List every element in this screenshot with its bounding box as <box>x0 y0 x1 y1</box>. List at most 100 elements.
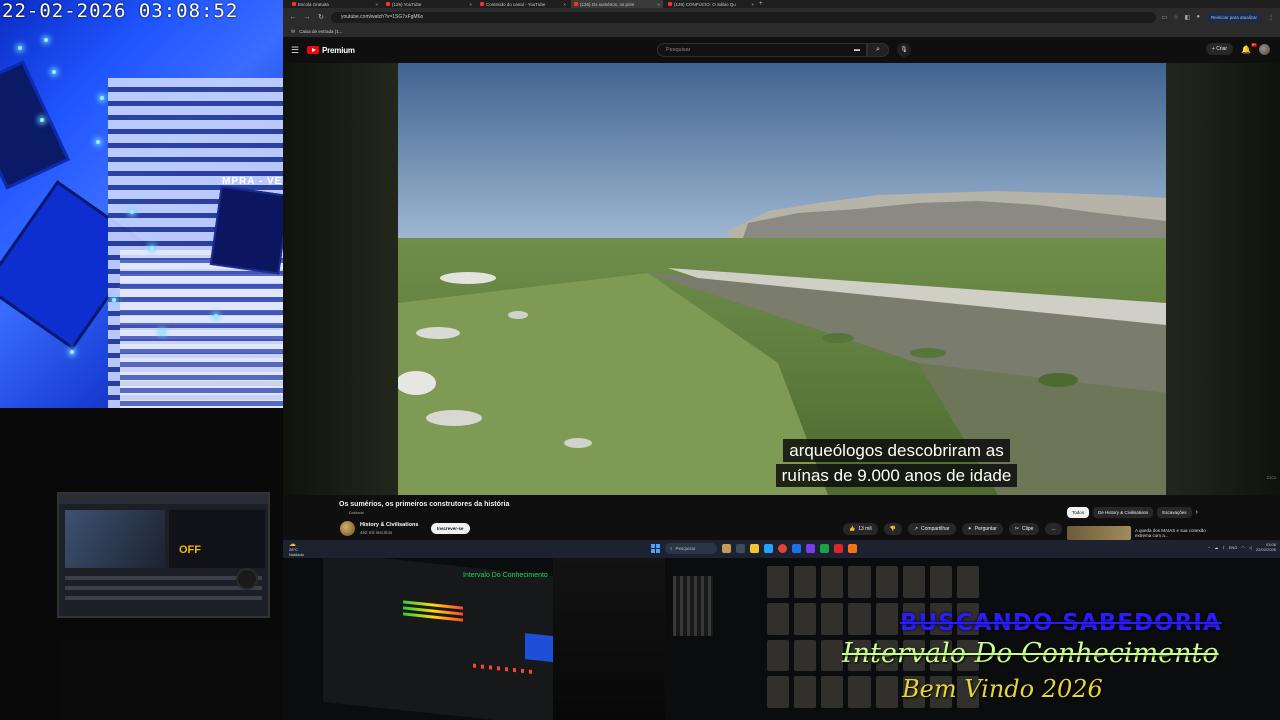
browser-tab[interactable]: (126) Os sumérios, os prim × <box>571 0 663 8</box>
windows-start-icon[interactable] <box>651 544 660 553</box>
share-button[interactable]: ↗ Compartilhar <box>907 523 956 535</box>
close-tab-icon[interactable]: × <box>375 2 378 7</box>
search-button[interactable]: ⌕ <box>867 43 889 57</box>
close-tab-icon[interactable]: × <box>751 2 754 7</box>
new-tab-button[interactable]: + <box>759 1 763 7</box>
more-button[interactable]: ... <box>1045 523 1062 535</box>
caption-line: arqueólogos descobriram as <box>783 439 1010 462</box>
create-button[interactable]: + Criar <box>1205 43 1234 55</box>
caption-line: ruínas de 9.000 anos de idade <box>775 464 1018 487</box>
taskbar-search[interactable]: ⌕ Pesquisar <box>665 543 717 554</box>
action-bar: 👍 13 mil 👎 ↗ Compartilhar ✦ Perguntar ✂ Clip… <box>843 523 1062 535</box>
reload-icon[interactable]: ↻ <box>317 13 325 21</box>
browser-tab[interactable]: Escola Gratuita × <box>289 0 381 8</box>
editing-monitor <box>323 558 553 720</box>
volume-icon[interactable]: ◁ <box>1249 545 1252 550</box>
profile-icon[interactable]: ● <box>1196 14 1200 20</box>
chrome-icon[interactable] <box>778 544 787 553</box>
chip-channel[interactable]: De History & Civilisations <box>1093 507 1154 518</box>
chevron-right-icon[interactable]: › <box>1196 509 1198 516</box>
monitor-title: Intervalo Do Conhecimento <box>463 572 548 579</box>
subscribe-button[interactable]: Inscrever-se <box>431 523 470 534</box>
cloud-sync-icon[interactable]: ☁ <box>1214 545 1218 550</box>
keyboard-icon[interactable]: ▬ <box>854 47 860 53</box>
close-tab-icon[interactable]: × <box>563 2 566 7</box>
wifi-icon[interactable]: ◠ <box>1241 545 1245 550</box>
youtube-header: ☰ Premium Pesquisar ▬ ⌕ 🎙 + Criar 🔔 9+ <box>283 38 1280 62</box>
desk <box>60 640 280 720</box>
restart-button[interactable]: Reiniciar para atualizar <box>1205 12 1262 22</box>
like-count: 13 mil <box>858 526 872 532</box>
search-input[interactable]: Pesquisar ▬ <box>657 43 867 57</box>
voice-search-button[interactable]: 🎙 <box>897 43 911 57</box>
screen: MPRA - VE 22-02-2026 03:08:52 OFF Escola… <box>0 0 1280 720</box>
bookmark-item[interactable]: Caixa de entrada (1... <box>299 29 342 34</box>
bell-icon[interactable]: 🔔 9+ <box>1241 42 1257 54</box>
tab-favicon-icon <box>480 2 484 6</box>
weather-widget[interactable]: ☁ 28°C Nublado <box>289 541 304 557</box>
close-tab-icon[interactable]: × <box>469 2 472 7</box>
widget-app-icon[interactable] <box>722 544 731 553</box>
file-explorer-icon[interactable] <box>750 544 759 553</box>
tab-label: Conteúdo do canal - YouTube <box>486 1 546 7</box>
star-icon[interactable]: ☆ <box>1173 14 1178 21</box>
bluetooth-icon[interactable]: ᛒ <box>1222 545 1224 550</box>
presenter-silhouette <box>553 558 665 720</box>
task-view-icon[interactable] <box>736 544 745 553</box>
webcam-feed: MPRA - VE 22-02-2026 03:08:52 <box>0 0 283 408</box>
video-player[interactable]: arqueólogos descobriram as ruínas de 9.0… <box>283 63 1280 495</box>
channel-name[interactable]: History & Civilisations <box>360 522 418 528</box>
recommended-title[interactable]: A queda dos MAIAS e sua conexão extrema … <box>1135 528 1215 539</box>
dislike-button[interactable]: 👎 <box>883 523 902 535</box>
browser-tab[interactable]: Conteúdo do canal - YouTube × <box>477 0 569 8</box>
browser-tab[interactable]: (126) CONFÚCIO: O Sábio Qu × <box>665 0 757 8</box>
clock[interactable]: 03:08 22/02/2026 <box>1256 542 1276 552</box>
hd-badge: ▭▭ <box>1266 475 1276 481</box>
box <box>209 185 283 275</box>
address-bar[interactable]: youtube.com/watch?v=1SG7xFgM6o <box>331 11 1156 23</box>
cast-icon[interactable]: ▭ <box>1162 14 1168 21</box>
video-info: Os sumérios, os primeiros construtores d… <box>283 495 1280 540</box>
channel-subscribers: 452 mil inscritos <box>360 530 393 535</box>
app-icon[interactable] <box>848 544 857 553</box>
back-icon[interactable]: ← <box>289 14 297 21</box>
video-frame[interactable] <box>398 63 1166 495</box>
extension-icon[interactable]: ◧ <box>1185 14 1191 21</box>
chip-excavations[interactable]: Escavações <box>1157 507 1192 518</box>
channel-avatar[interactable] <box>340 521 355 536</box>
taskbar-apps: ⌕ Pesquisar <box>651 543 857 554</box>
tab-label: Escola Gratuita <box>298 1 329 7</box>
app-icon[interactable] <box>820 544 829 553</box>
edge-icon[interactable] <box>764 544 773 553</box>
tab-label: (126) YouTube <box>392 1 422 7</box>
notification-badge: 9+ <box>1251 42 1257 47</box>
system-tray: ^ ☁ ᛒ ENG ◠ ◁ 03:08 22/02/2026 <box>1208 542 1276 552</box>
language-indicator[interactable]: ENG <box>1229 545 1238 550</box>
search-icon: ⌕ <box>876 46 880 53</box>
recommended-video[interactable]: A queda dos MAIAS e sua conexão extrema … <box>1067 526 1215 540</box>
forward-icon[interactable]: → <box>303 14 311 21</box>
close-tab-icon[interactable]: × <box>657 2 660 7</box>
ask-button[interactable]: ✦ Perguntar <box>961 523 1003 535</box>
microphone <box>236 568 258 590</box>
recommended-thumbnail[interactable] <box>1067 526 1131 540</box>
avatar[interactable] <box>1259 43 1270 55</box>
mini-monitor: OFF <box>57 492 270 618</box>
store-icon[interactable] <box>792 544 801 553</box>
like-button[interactable]: 👍 13 mil <box>843 523 878 535</box>
tab-favicon-icon <box>668 2 672 6</box>
obs-icon[interactable] <box>806 544 815 553</box>
chevron-up-icon[interactable]: ^ <box>1208 545 1210 550</box>
chip-all[interactable]: Todos <box>1067 507 1090 518</box>
app-icon[interactable] <box>834 544 843 553</box>
menu-dots-icon[interactable]: ⋮ <box>1268 14 1274 21</box>
clip-button[interactable]: ✂ Clipe <box>1008 523 1040 535</box>
hamburger-icon[interactable]: ☰ <box>291 45 307 56</box>
youtube-logo[interactable]: Premium <box>307 46 355 55</box>
youtube-play-icon <box>307 46 319 54</box>
browser-tab[interactable]: (126) YouTube × <box>383 0 475 8</box>
dub-label: Dublado <box>349 510 364 515</box>
weather-text: Nublado <box>289 552 304 557</box>
ask-label: Perguntar <box>974 526 997 532</box>
browser-window: Escola Gratuita × (126) YouTube × Conteúdo d… <box>283 0 1280 540</box>
